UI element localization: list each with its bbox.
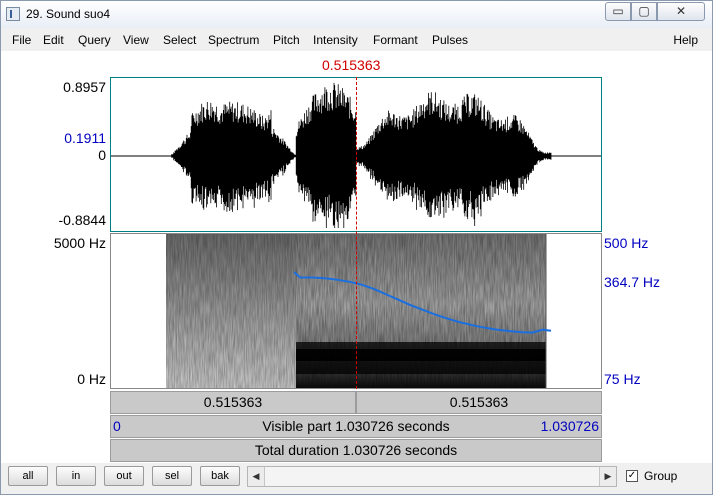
menu-intensity[interactable]: Intensity: [313, 33, 358, 47]
spectrogram-top-freq: 5000 Hz: [53, 235, 106, 251]
menu-pitch[interactable]: Pitch: [273, 33, 300, 47]
zoom-back-button[interactable]: bak: [200, 466, 240, 486]
waveform-max-label: 0.8957: [63, 79, 106, 95]
menu-formant[interactable]: Formant: [373, 33, 418, 47]
cursor-time-label: 0.515363: [322, 57, 381, 73]
total-duration-bar[interactable]: Total duration 1.030726 seconds: [110, 439, 602, 462]
minimize-button[interactable]: ▭: [605, 2, 631, 21]
group-checkbox[interactable]: ✓: [626, 470, 638, 482]
menu-query[interactable]: Query: [78, 33, 111, 47]
maximize-button[interactable]: ▢: [631, 2, 657, 21]
pitch-bottom-label: 75 Hz: [604, 371, 641, 387]
time-bar-left-segment[interactable]: 0.515363: [110, 391, 356, 414]
visible-start-value: 0: [113, 418, 121, 434]
menu-file[interactable]: File: [12, 33, 31, 47]
close-button[interactable]: ✕: [657, 2, 705, 21]
scroll-right-arrow-icon[interactable]: ▶: [599, 467, 616, 486]
praat-app-icon: [6, 7, 20, 21]
horizontal-scrollbar[interactable]: ◀ ▶: [247, 466, 617, 487]
spectrogram-bottom-freq: 0 Hz: [77, 371, 106, 387]
visible-end-value: 1.030726: [540, 418, 599, 434]
menu-view[interactable]: View: [123, 33, 149, 47]
menu-bar: File Edit Query View Select Spectrum Pit…: [1, 30, 712, 50]
zoom-selection-button[interactable]: sel: [152, 466, 192, 486]
menu-select[interactable]: Select: [163, 33, 196, 47]
time-bar-left-value: 0.515363: [203, 394, 263, 410]
zoom-in-button[interactable]: in: [56, 466, 96, 486]
pitch-top-label: 500 Hz: [604, 235, 649, 251]
menu-edit[interactable]: Edit: [43, 33, 64, 47]
waveform-zero-label: 0: [98, 147, 106, 163]
waveform-min-label: -0.8844: [58, 212, 106, 228]
visible-part-label: Visible part 1.030726 seconds: [262, 418, 450, 434]
menu-spectrum[interactable]: Spectrum: [208, 33, 259, 47]
scroll-left-arrow-icon[interactable]: ◀: [248, 467, 265, 486]
zoom-out-button[interactable]: out: [104, 466, 144, 486]
praat-sound-window: 29. Sound suo4 ▭ ▢ ✕ File Edit Query Vie…: [0, 0, 713, 495]
visible-part-bar[interactable]: 0 Visible part 1.030726 seconds 1.030726: [110, 415, 602, 438]
time-bar-right-value: 0.515363: [449, 394, 509, 410]
total-duration-label: Total duration 1.030726 seconds: [254, 442, 458, 458]
menu-pulses[interactable]: Pulses: [432, 33, 468, 47]
zoom-all-button[interactable]: all: [8, 466, 48, 486]
menu-help[interactable]: Help: [673, 33, 698, 47]
title-bar: 29. Sound suo4 ▭ ▢ ✕: [1, 1, 712, 28]
waveform-cursor-value: 0.1911: [64, 130, 106, 146]
pitch-cursor-value: 364.7 Hz: [604, 274, 661, 290]
group-label: Group: [644, 469, 678, 483]
time-bar-right-segment[interactable]: 0.515363: [356, 391, 602, 414]
window-title: 29. Sound suo4: [26, 7, 111, 21]
time-cursor-line: [356, 77, 357, 389]
